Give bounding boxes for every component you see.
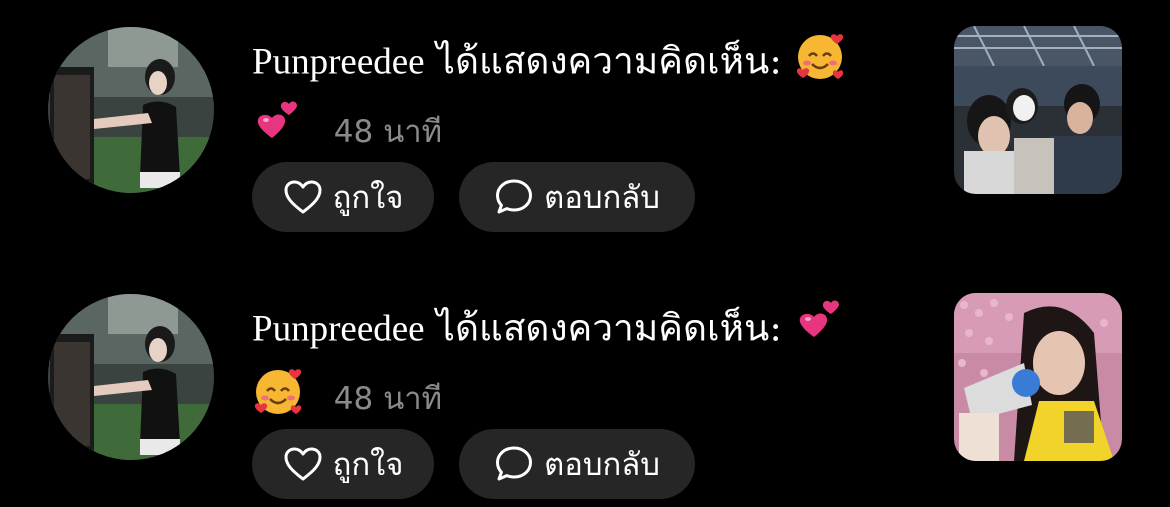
notification-item[interactable]: Punpreedee ได้แสดงความคิดเห็น: 48 นาที ถ… — [0, 0, 1170, 240]
heart-outline-icon — [284, 180, 322, 214]
avatar-photo — [48, 294, 214, 460]
two-hearts-icon — [794, 297, 846, 365]
reply-label: ตอบกลับ — [544, 447, 660, 483]
post-thumbnail[interactable] — [954, 293, 1122, 461]
reply-label: ตอบกลับ — [544, 180, 660, 216]
username[interactable]: Punpreedee — [252, 42, 425, 83]
timestamp: 48 นาที — [333, 381, 443, 417]
avatar[interactable] — [48, 27, 214, 193]
username[interactable]: Punpreedee — [252, 309, 425, 350]
like-button[interactable]: ถูกใจ — [252, 429, 434, 499]
two-hearts-icon — [252, 98, 304, 166]
post-thumbnail[interactable] — [954, 26, 1122, 194]
notification-item[interactable]: Punpreedee ได้แสดงความคิดเห็น: 48 นาที ถ… — [0, 267, 1170, 507]
like-button[interactable]: ถูกใจ — [252, 162, 434, 232]
speech-bubble-icon — [496, 446, 533, 481]
notification-message: Punpreedee ได้แสดงความคิดเห็น: 48 นาที — [252, 297, 912, 433]
notification-message: Punpreedee ได้แสดงความคิดเห็น: 48 นาที — [252, 30, 912, 166]
avatar[interactable] — [48, 294, 214, 460]
thumbnail-photo — [954, 293, 1122, 461]
reply-button[interactable]: ตอบกลับ — [459, 429, 695, 499]
thumbnail-photo — [954, 26, 1122, 194]
action-text: ได้แสดงความคิดเห็น: — [436, 306, 782, 350]
like-label: ถูกใจ — [332, 180, 404, 216]
heart-outline-icon — [284, 447, 322, 481]
like-label: ถูกใจ — [332, 447, 404, 483]
reply-button[interactable]: ตอบกลับ — [459, 162, 695, 232]
smiling-face-with-hearts-icon — [252, 365, 304, 433]
avatar-photo — [48, 27, 214, 193]
timestamp: 48 นาที — [333, 114, 443, 150]
smiling-face-with-hearts-icon — [794, 30, 846, 98]
speech-bubble-icon — [496, 179, 533, 214]
action-text: ได้แสดงความคิดเห็น: — [436, 39, 782, 83]
